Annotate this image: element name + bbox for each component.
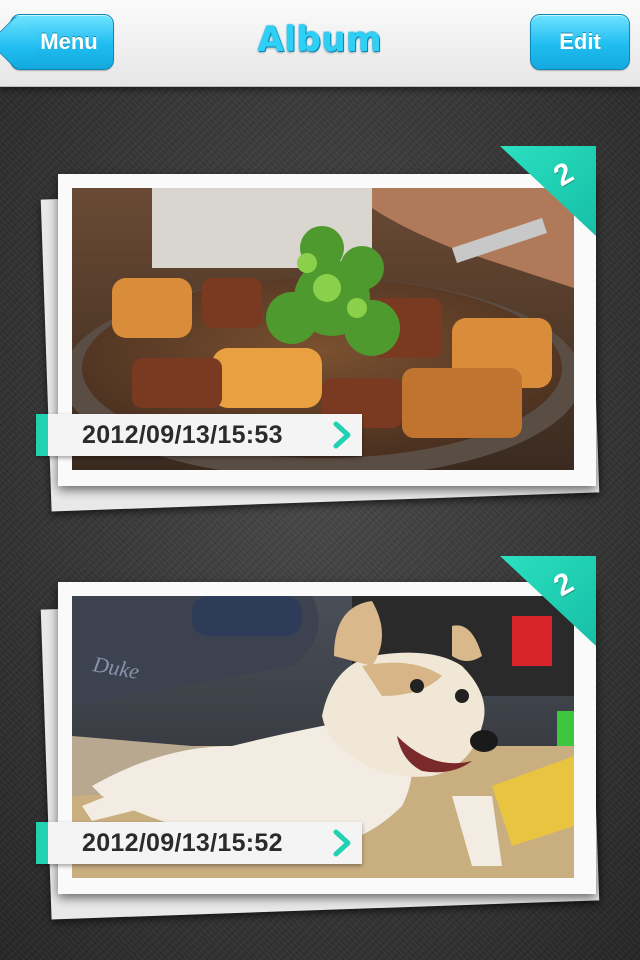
chevron-right-icon <box>333 421 351 449</box>
date-tag-accent <box>36 414 48 456</box>
date-tag[interactable]: 2012/09/13/15:53 <box>36 414 362 456</box>
nav-bar: Menu Album Edit <box>0 0 640 87</box>
album-date: 2012/09/13/15:53 <box>82 420 283 449</box>
date-tag-accent <box>36 822 48 864</box>
album-date: 2012/09/13/15:52 <box>82 828 283 857</box>
chevron-right-icon <box>333 829 351 857</box>
album-card[interactable]: Duke 2 2012/09/13/15:52 <box>36 550 604 920</box>
edit-button-label: Edit <box>559 29 601 54</box>
menu-button[interactable]: Menu <box>10 14 114 70</box>
album-card[interactable]: 2 2012/09/13/15:53 <box>36 140 604 512</box>
date-tag[interactable]: 2012/09/13/15:52 <box>36 822 362 864</box>
edit-button[interactable]: Edit <box>530 14 630 70</box>
menu-button-label: Menu <box>40 29 98 54</box>
